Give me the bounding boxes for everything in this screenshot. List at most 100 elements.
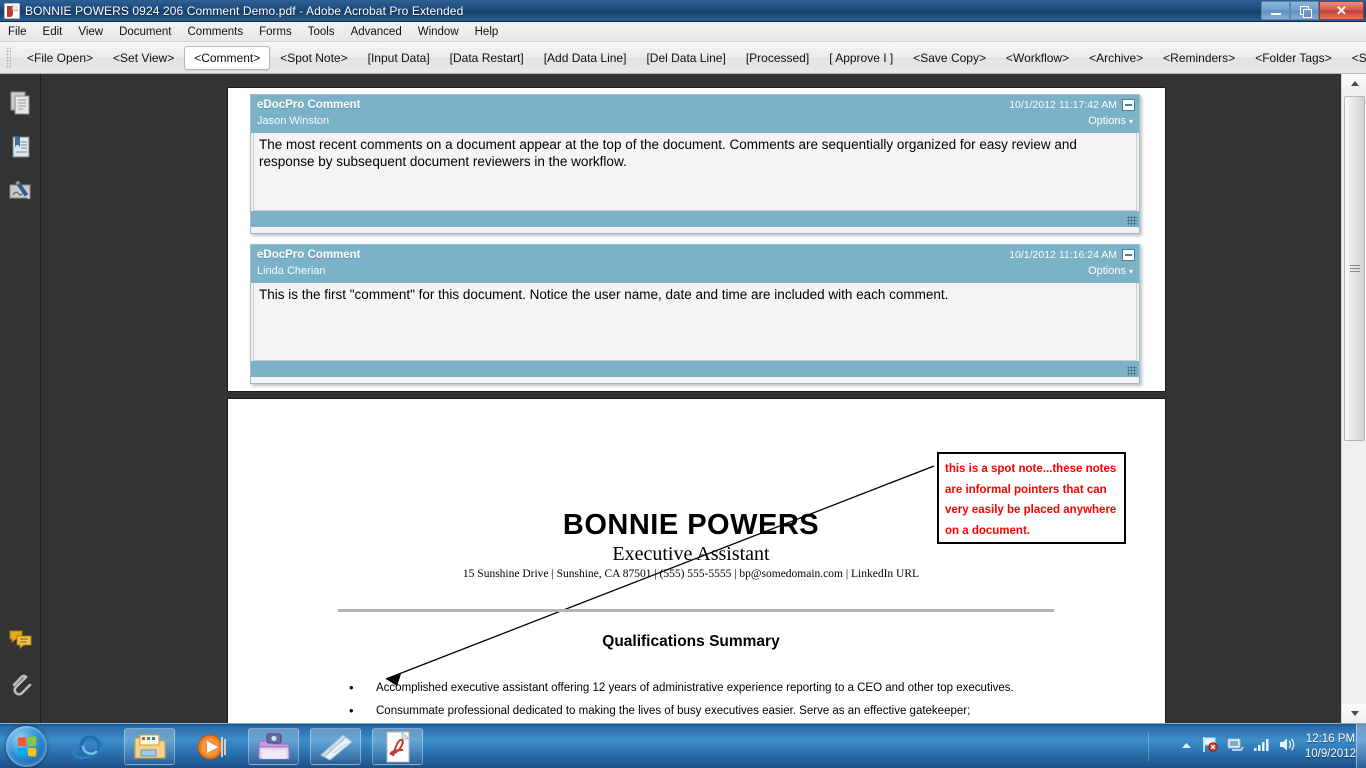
scrollbar-thumb[interactable] — [1344, 96, 1365, 441]
resize-handle[interactable] — [1127, 216, 1137, 226]
comment-options-label: Options — [1088, 115, 1126, 127]
acrobat-window: BONNIE POWERS 0924 206 Comment Demo.pdf … — [0, 0, 1366, 768]
acrobat-icon — [386, 730, 410, 762]
taskbar-windows-explorer[interactable] — [124, 728, 175, 765]
speaker-icon[interactable] — [1279, 737, 1296, 757]
comment-header: eDocPro Comment Linda Cherian 10/1/2012 … — [251, 245, 1139, 283]
menu-view[interactable]: View — [70, 24, 111, 40]
menu-tools[interactable]: Tools — [300, 24, 343, 40]
bookmark-icon[interactable] — [8, 134, 34, 160]
comment-options-menu[interactable]: Options ▾ — [1088, 264, 1133, 279]
scroll-down-arrow-icon[interactable] — [1342, 704, 1366, 723]
resize-handle[interactable] — [1127, 366, 1137, 376]
menu-advanced[interactable]: Advanced — [343, 24, 410, 40]
comment-timestamp: 10/1/2012 11:17:42 AM — [1009, 99, 1117, 111]
taskbar-clock[interactable]: 12:16 PM 10/9/2012 — [1305, 732, 1356, 762]
scroll-up-arrow-icon[interactable] — [1342, 74, 1366, 93]
menu-bar: File Edit View Document Comments Forms T… — [0, 22, 1366, 42]
minimize-button[interactable] — [1261, 1, 1290, 20]
spot-note-annotation[interactable]: this is a spot note...these notes are in… — [937, 452, 1126, 544]
toolbar-workflow[interactable]: <Workflow> — [996, 46, 1079, 70]
toolbar-save-copy[interactable]: <Save Copy> — [903, 46, 996, 70]
comment-timestamp: 10/1/2012 11:16:24 AM — [1009, 249, 1117, 261]
collapse-icon[interactable] — [1122, 99, 1135, 111]
chevron-down-icon: ▾ — [1128, 117, 1133, 126]
spot-note-text: this is a spot note...these notes are in… — [945, 463, 1117, 537]
window-controls: ✕ — [1261, 1, 1364, 20]
navigation-rail — [0, 74, 41, 723]
toolbar-add-data-line[interactable]: [Add Data Line] — [534, 46, 637, 70]
clock-date: 10/9/2012 — [1304, 747, 1356, 760]
edocpro-toolbar: <File Open> <Set View> <Comment> <Spot N… — [0, 42, 1366, 74]
toolbar-del-data-line[interactable]: [Del Data Line] — [636, 46, 735, 70]
comment-options-menu[interactable]: Options ▾ — [1088, 114, 1133, 129]
windows-logo-icon — [17, 736, 37, 757]
network-icon[interactable] — [1227, 736, 1244, 758]
menu-forms[interactable]: Forms — [251, 24, 300, 40]
show-desktop-button[interactable] — [1356, 724, 1366, 768]
comment-title: eDocPro Comment — [257, 99, 361, 111]
flag-alert-icon[interactable] — [1201, 736, 1218, 758]
menu-edit[interactable]: Edit — [35, 24, 71, 40]
close-button[interactable]: ✕ — [1319, 1, 1364, 20]
comment-author: Linda Cherian — [257, 265, 326, 277]
resume-section-heading: Qualifications Summary — [602, 633, 780, 650]
toolbar-archive[interactable]: <Archive> — [1079, 46, 1153, 70]
internet-explorer-icon — [71, 734, 104, 759]
chevron-down-icon: ▾ — [1128, 267, 1133, 276]
comment-annotation[interactable]: eDocPro Comment Linda Cherian 10/1/2012 … — [250, 244, 1140, 384]
comment-body[interactable]: The most recent comments on a document a… — [253, 133, 1137, 211]
resume-bullet-list: Accomplished executive assistant offerin… — [343, 680, 1073, 723]
toolbar-comment[interactable]: <Comment> — [184, 45, 271, 70]
comment-title: eDocPro Comment — [257, 249, 361, 261]
taskbar-internet-explorer[interactable] — [62, 728, 113, 765]
signal-bars-icon[interactable] — [1253, 737, 1270, 757]
scrollbar-grip — [1349, 264, 1360, 273]
comment-header: eDocPro Comment Jason Winston 10/1/2012 … — [251, 95, 1139, 133]
document-viewport[interactable]: eDocPro Comment Jason Winston 10/1/2012 … — [41, 74, 1341, 723]
resume-role: Executive Assistant — [612, 543, 770, 565]
comment-body[interactable]: This is the first "comment" for this doc… — [253, 283, 1137, 361]
comment-bubbles-icon[interactable] — [8, 627, 34, 653]
list-item: Accomplished executive assistant offerin… — [343, 680, 1073, 696]
taskbar-sticky-notes[interactable] — [310, 728, 361, 765]
tray-divider — [1148, 732, 1149, 761]
comment-author: Jason Winston — [257, 115, 330, 127]
resume-name: BONNIE POWERS — [562, 509, 820, 541]
menu-file[interactable]: File — [0, 24, 35, 40]
folder-icon — [134, 734, 165, 758]
toolbar-spot-note[interactable]: <Spot Note> — [270, 46, 357, 70]
resume-contact-line: 15 Sunshine Drive | Sunshine, CA 87501 |… — [462, 568, 920, 580]
comment-annotation[interactable]: eDocPro Comment Jason Winston 10/1/2012 … — [250, 94, 1140, 234]
menu-help[interactable]: Help — [467, 24, 507, 40]
menu-window[interactable]: Window — [410, 24, 467, 40]
restore-button[interactable] — [1290, 1, 1319, 20]
notepad-icon — [319, 733, 353, 761]
chevron-up-icon[interactable] — [1181, 738, 1192, 756]
taskbar-media-player[interactable] — [186, 728, 237, 765]
taskbar-adobe-acrobat[interactable] — [372, 728, 423, 765]
signature-pen-icon[interactable] — [8, 178, 34, 204]
toolbar-reminders[interactable]: <Reminders> — [1153, 46, 1245, 70]
toolbar-search[interactable]: <Search> — [1342, 46, 1366, 70]
resume-divider — [338, 609, 1054, 612]
paperclip-icon[interactable] — [8, 671, 34, 697]
menu-document[interactable]: Document — [111, 24, 179, 40]
start-button[interactable] — [6, 726, 47, 767]
toolbar-processed[interactable]: [Processed] — [736, 46, 819, 70]
toolbar-input-data[interactable]: [Input Data] — [358, 46, 440, 70]
toolbar-grip[interactable] — [6, 46, 11, 69]
collapse-icon[interactable] — [1122, 249, 1135, 261]
pages-thumbnail-icon[interactable] — [8, 90, 34, 116]
purple-folder-icon — [258, 733, 289, 759]
taskbar-scanner-folder[interactable] — [248, 728, 299, 765]
comment-footer — [251, 211, 1139, 227]
toolbar-approve[interactable]: [ Approve I ] — [819, 46, 903, 70]
vertical-scrollbar[interactable] — [1341, 74, 1366, 723]
menu-comments[interactable]: Comments — [180, 24, 252, 40]
toolbar-file-open[interactable]: <File Open> — [17, 46, 103, 70]
toolbar-set-view[interactable]: <Set View> — [103, 46, 184, 70]
toolbar-data-restart[interactable]: [Data Restart] — [440, 46, 534, 70]
toolbar-folder-tags[interactable]: <Folder Tags> — [1245, 46, 1342, 70]
windows-taskbar: 12:16 PM 10/9/2012 — [0, 723, 1366, 768]
